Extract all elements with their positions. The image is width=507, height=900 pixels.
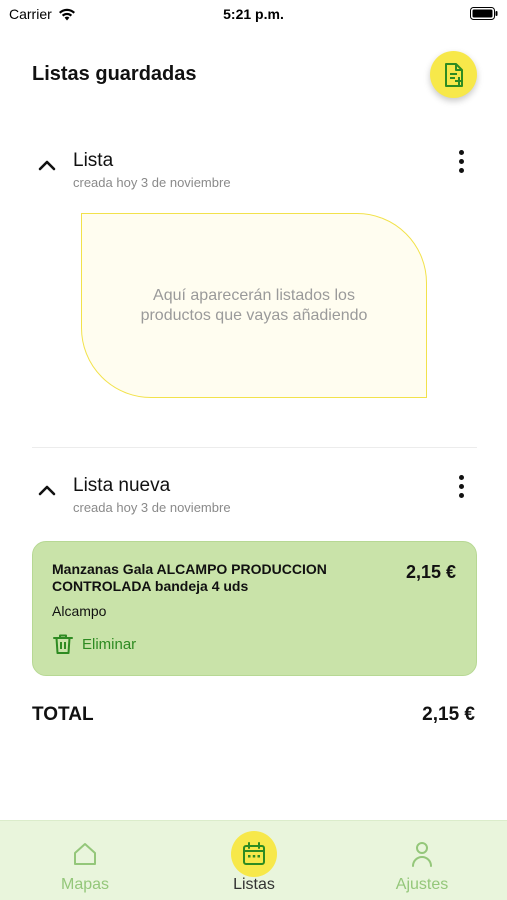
list-divider [32,447,477,448]
nav-label-listas: Listas [233,876,275,893]
product-store: Alcampo [52,603,107,619]
product-card[interactable]: Manzanas Gala ALCAMPO PRODUCCION CONTROL… [32,541,477,676]
status-time: 5:21 p.m. [223,6,284,22]
total-value: 2,15 € [422,704,475,725]
delete-label: Eliminar [82,635,137,653]
nav-item-mapas[interactable]: Mapas [30,821,140,900]
battery-icon [470,7,498,20]
list-title: Lista nueva [73,475,171,496]
page-title: Listas guardadas [32,63,197,85]
bottom-navigation: Mapas Listas Ajustes [0,820,507,900]
more-options-icon[interactable] [455,150,467,178]
delete-product-button[interactable]: Eliminar [52,631,136,657]
list-title: Lista [73,150,114,171]
chevron-up-icon[interactable] [38,483,56,497]
product-price: 2,15 € [405,562,456,582]
chevron-up-icon[interactable] [38,158,56,172]
status-bar: Carrier 5:21 p.m. [0,0,507,28]
list-created-date: creada hoy 3 de noviembre [73,175,231,190]
calendar-icon [243,842,265,865]
new-list-button[interactable] [430,51,477,98]
add-document-icon [444,62,463,87]
nav-item-listas[interactable]: Listas [199,821,309,900]
more-options-icon[interactable] [455,475,467,503]
user-icon [412,842,432,867]
list-header-lista: Lista creada hoy 3 de noviembre [32,150,477,194]
nav-label-ajustes: Ajustes [395,876,449,893]
nav-label-mapas: Mapas [60,876,110,893]
home-icon [74,843,96,865]
list-created-date: creada hoy 3 de noviembre [73,500,231,515]
product-name: Manzanas Gala ALCAMPO PRODUCCION CONTROL… [52,561,327,594]
total-label: TOTAL [32,704,94,725]
empty-list-placeholder: Aquí aparecerán listados los productos q… [81,213,427,398]
trash-icon [53,634,73,654]
nav-item-ajustes[interactable]: Ajustes [367,821,477,900]
list-header-lista-nueva: Lista nueva creada hoy 3 de noviembre [32,475,477,519]
empty-list-message: Aquí aparecerán listados los productos q… [140,286,368,324]
